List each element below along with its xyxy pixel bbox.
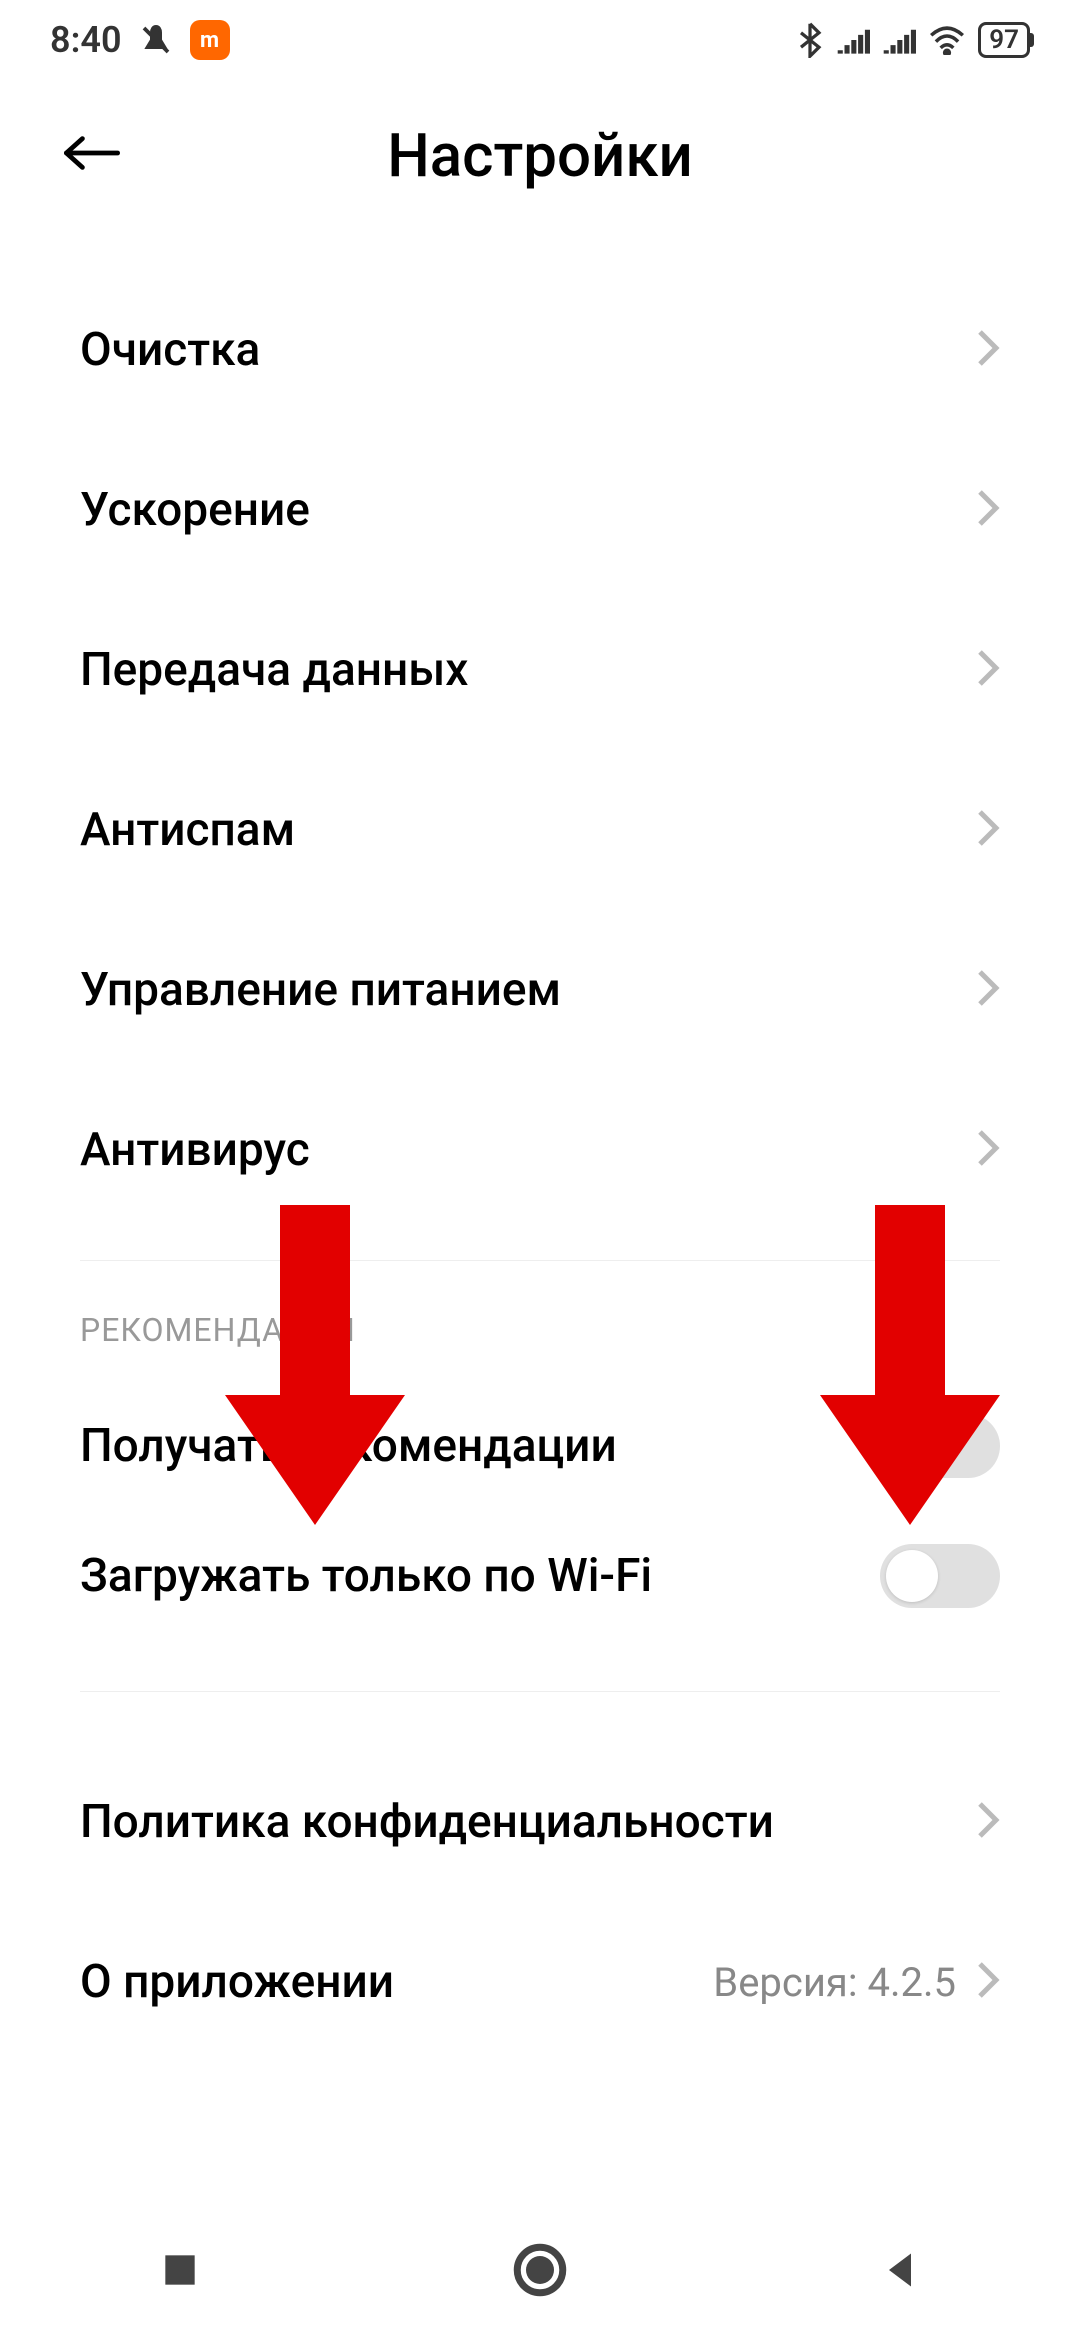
- battery-icon: 97: [978, 22, 1030, 58]
- battery-level: 97: [989, 25, 1019, 55]
- chevron-right-icon: [976, 648, 1000, 692]
- bluetooth-icon: [796, 22, 824, 58]
- settings-item-value: Версия: 4.2.5: [713, 1959, 956, 2006]
- chevron-right-icon: [976, 808, 1000, 852]
- settings-item-data-transfer[interactable]: Передача данных: [80, 590, 1000, 750]
- chevron-right-icon: [976, 328, 1000, 372]
- system-nav-bar: [0, 2200, 1080, 2340]
- annotation-arrow-left: [225, 1205, 405, 1525]
- chevron-right-icon: [976, 1800, 1000, 1844]
- signal-1-icon: [836, 26, 870, 54]
- wifi-icon: [928, 25, 966, 55]
- chevron-right-icon: [976, 1960, 1000, 2004]
- annotation-arrow-right: [820, 1205, 1000, 1525]
- page-title: Настройки: [60, 120, 1020, 191]
- mi-app-icon: m: [190, 20, 230, 60]
- toggle-wifi-only[interactable]: [880, 1544, 1000, 1608]
- signal-2-icon: [882, 26, 916, 54]
- settings-item-cleanup[interactable]: Очистка: [80, 270, 1000, 430]
- settings-item-label: Управление питанием: [80, 963, 561, 1017]
- section-divider: [80, 1691, 1000, 1692]
- status-bar: 8:40 m 97: [0, 0, 1080, 80]
- settings-item-label: О приложении: [80, 1955, 394, 2009]
- app-header: Настройки: [0, 80, 1080, 230]
- chevron-right-icon: [976, 1128, 1000, 1172]
- settings-item-label: Передача данных: [80, 643, 468, 697]
- mute-icon: [138, 22, 174, 58]
- settings-item-privacy-policy[interactable]: Политика конфиденциальности: [80, 1742, 1000, 1902]
- status-time: 8:40: [50, 19, 122, 61]
- settings-item-power-management[interactable]: Управление питанием: [80, 910, 1000, 1070]
- chevron-right-icon: [976, 488, 1000, 532]
- back-button[interactable]: [60, 129, 124, 181]
- settings-item-label: Антиспам: [80, 803, 295, 857]
- status-left: 8:40 m: [50, 19, 230, 61]
- chevron-right-icon: [976, 968, 1000, 1012]
- settings-item-label: Ускорение: [80, 483, 310, 537]
- settings-content: Очистка Ускорение Передача данных Антисп…: [0, 230, 1080, 2062]
- settings-item-boost[interactable]: Ускорение: [80, 430, 1000, 590]
- settings-item-label: Антивирус: [80, 1123, 310, 1177]
- status-right: 97: [796, 22, 1030, 58]
- toggle-item-wifi-only: Загружать только по Wi-Fi: [80, 1511, 1000, 1641]
- toggle-label: Загружать только по Wi-Fi: [80, 1549, 652, 1603]
- settings-item-about[interactable]: О приложении Версия: 4.2.5: [80, 1902, 1000, 2062]
- settings-item-label: Политика конфиденциальности: [80, 1795, 774, 1849]
- nav-recents-button[interactable]: [150, 2240, 210, 2300]
- nav-back-button[interactable]: [870, 2240, 930, 2300]
- settings-item-antispam[interactable]: Антиспам: [80, 750, 1000, 910]
- settings-item-label: Очистка: [80, 323, 260, 377]
- nav-home-button[interactable]: [510, 2240, 570, 2300]
- toggle-knob: [886, 1550, 938, 1602]
